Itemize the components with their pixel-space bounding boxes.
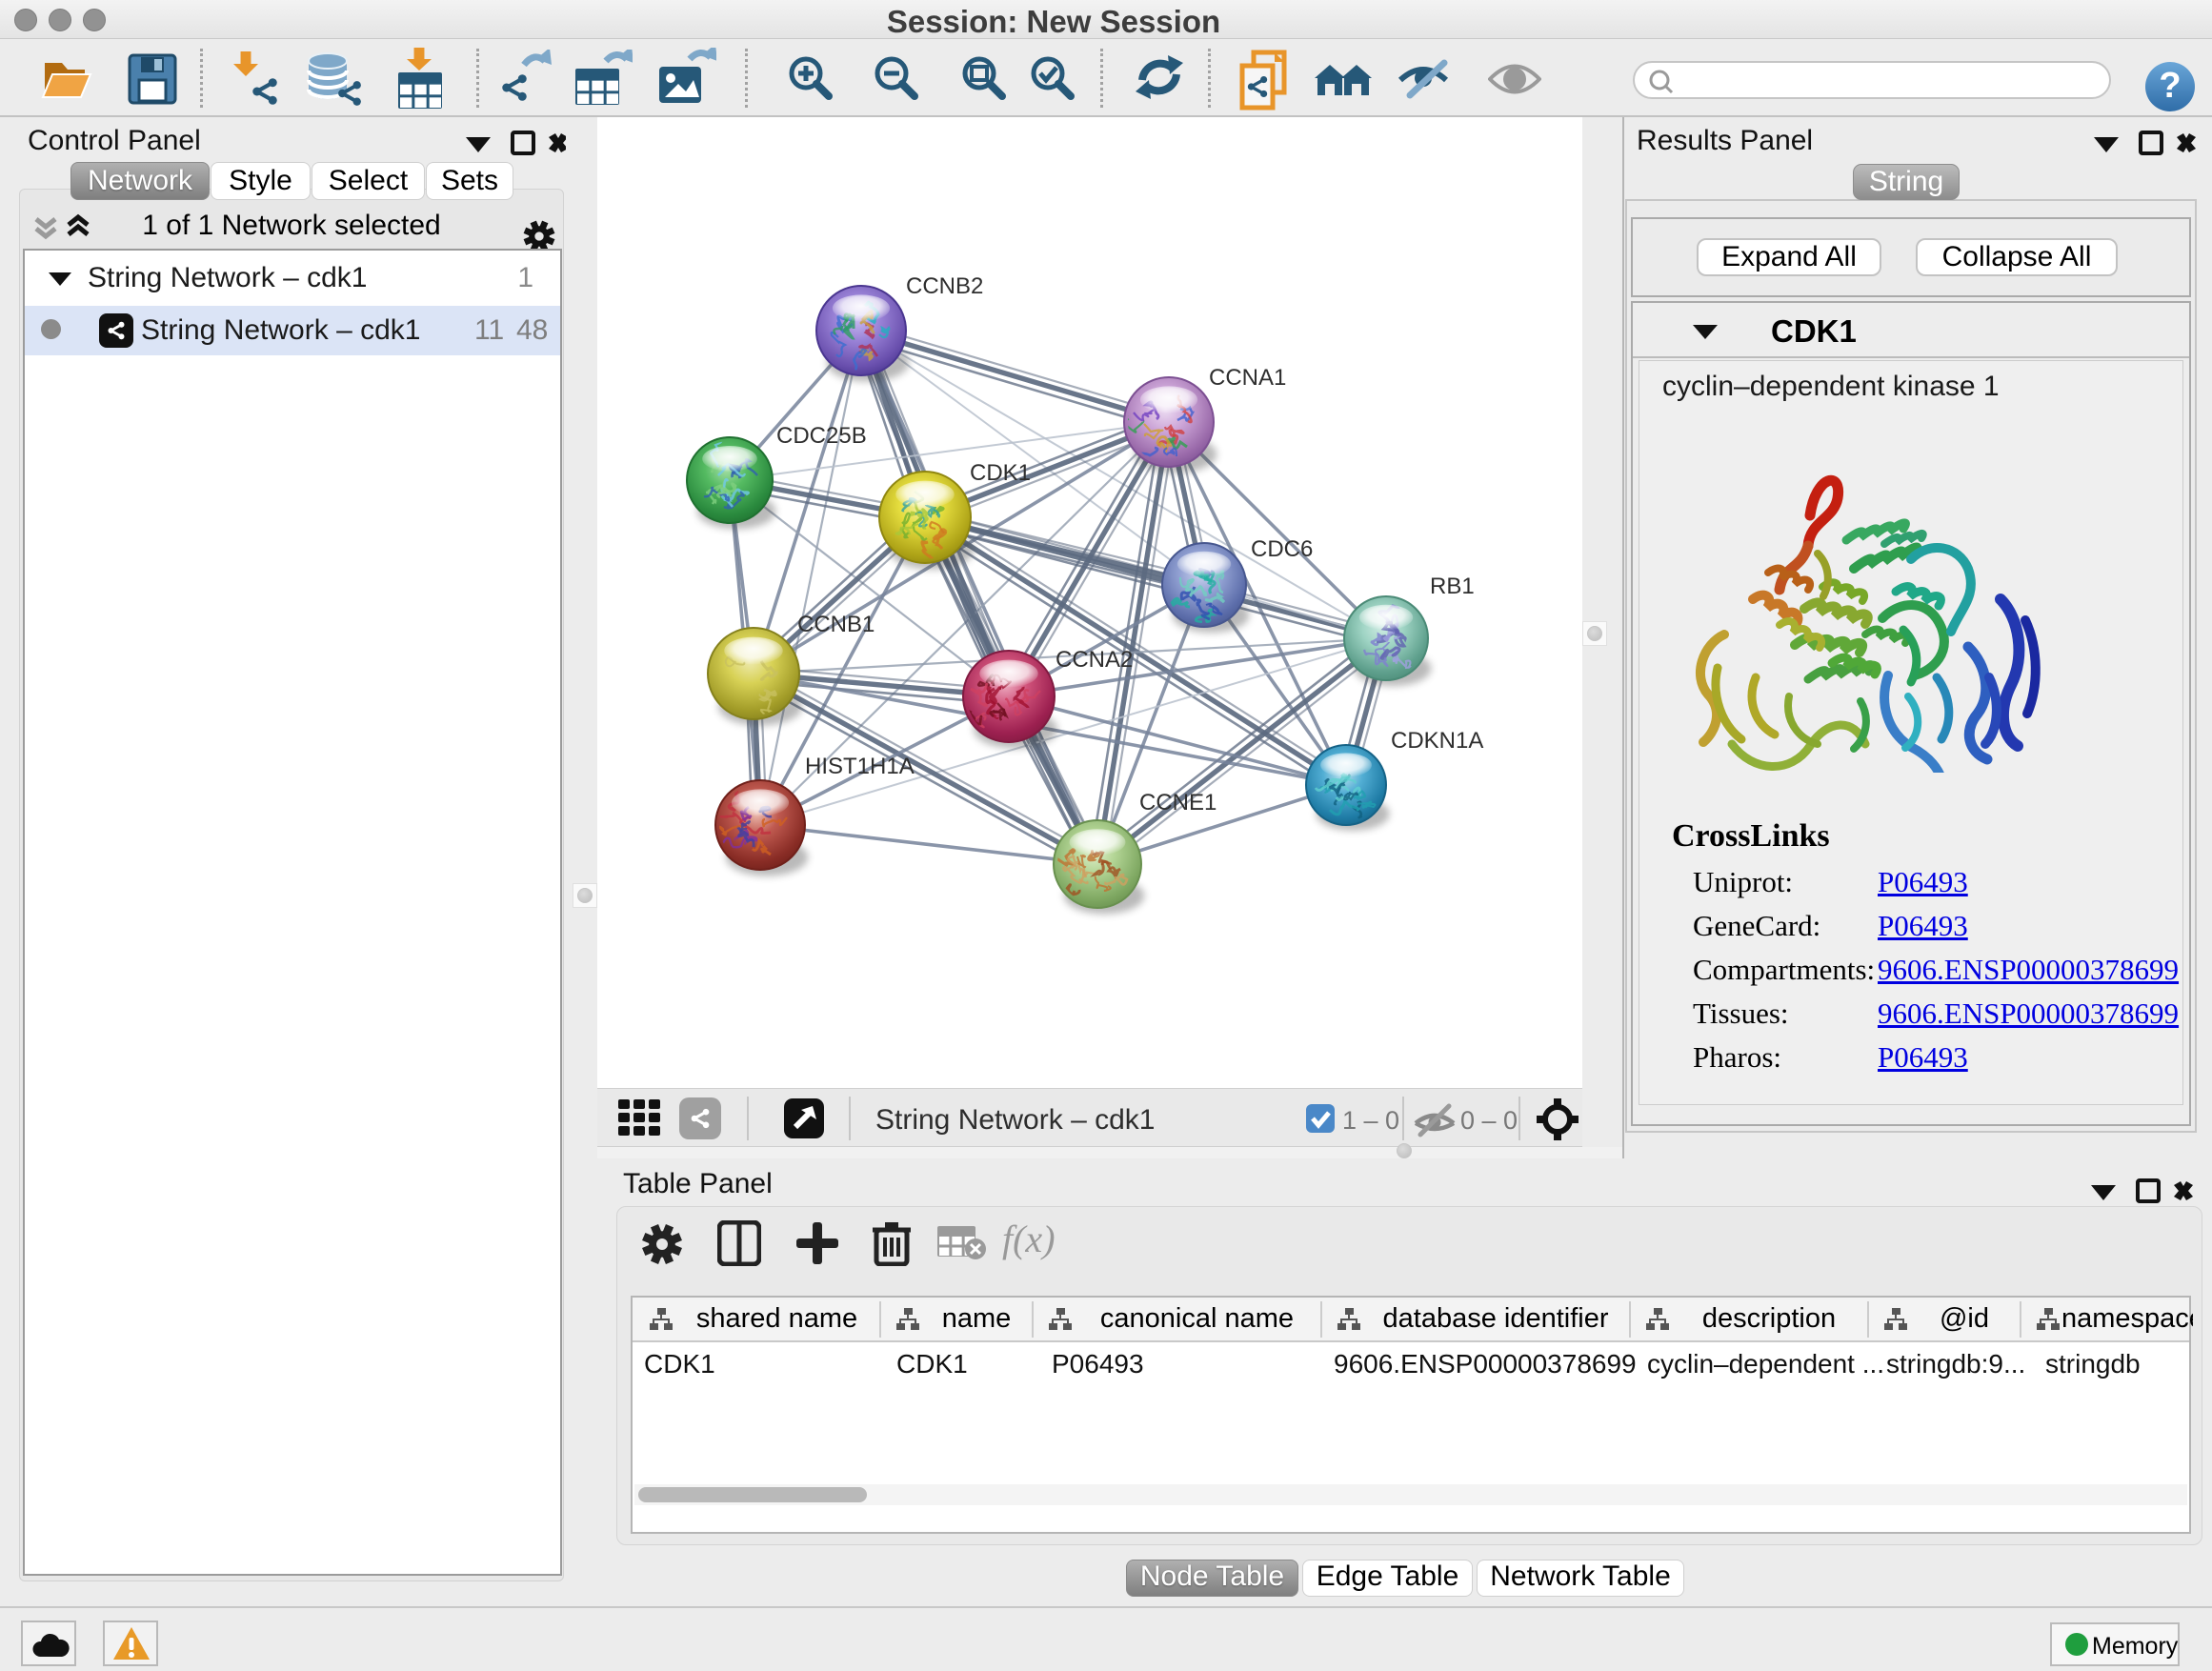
svg-text:CDC6: CDC6 <box>1251 536 1313 562</box>
svg-text:CDC25B: CDC25B <box>776 423 867 449</box>
svg-text:CDKN1A: CDKN1A <box>1391 728 1483 754</box>
svg-text:CDK1: CDK1 <box>970 460 1031 486</box>
svg-text:CCNB1: CCNB1 <box>797 612 875 637</box>
svg-text:CCNE1: CCNE1 <box>1139 790 1217 815</box>
svg-text:CCNA1: CCNA1 <box>1209 365 1286 391</box>
svg-text:HIST1H1A: HIST1H1A <box>805 754 915 779</box>
svg-text:CCNB2: CCNB2 <box>906 273 983 299</box>
svg-text:CCNA2: CCNA2 <box>1056 647 1133 673</box>
svg-text:RB1: RB1 <box>1430 574 1475 599</box>
